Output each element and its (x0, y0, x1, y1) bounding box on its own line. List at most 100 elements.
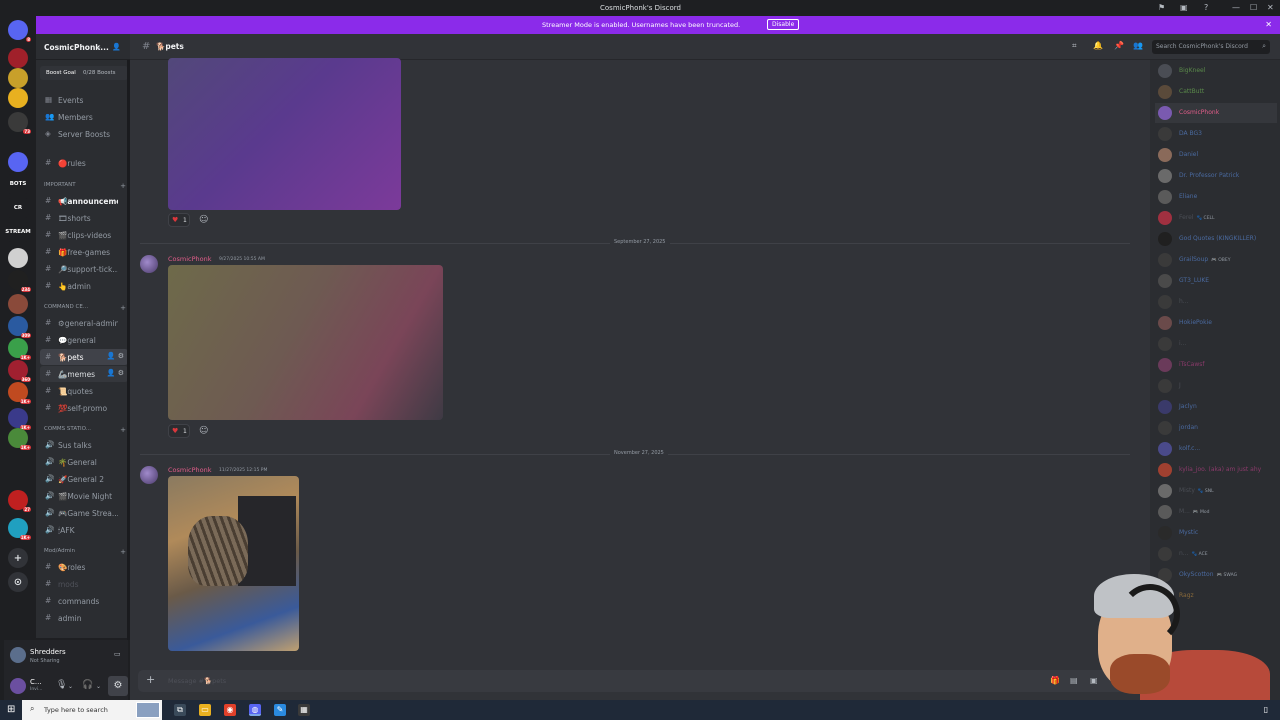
channel-item[interactable]: # mods (40, 576, 128, 592)
voice-channel-item[interactable]: 🔊 🕯AFK (40, 522, 128, 538)
member-item[interactable]: J (1155, 376, 1277, 396)
server-icon[interactable]: 360 (8, 360, 31, 382)
channel-settings-icon[interactable]: 👤 ⚙ (107, 352, 124, 360)
member-item[interactable]: M... 🎮 Mod (1155, 502, 1277, 522)
server-icon[interactable]: 234 (8, 270, 31, 292)
member-item[interactable]: Jaclyn (1155, 397, 1277, 417)
add-reaction-icon[interactable]: ☺ (199, 426, 208, 436)
member-item[interactable]: h... (1155, 292, 1277, 312)
file-explorer-icon[interactable]: ▭ (199, 704, 211, 716)
avatar[interactable] (140, 255, 158, 273)
invite-icon[interactable]: 👤 (112, 43, 121, 51)
server-icon[interactable]: CR (7, 198, 29, 218)
avatar[interactable] (140, 466, 158, 484)
member-item[interactable]: Daniel (1155, 145, 1277, 165)
server-nav-events[interactable]: ▦ Events (40, 92, 128, 108)
message-author[interactable]: CosmicPhonk (168, 255, 212, 263)
server-icon[interactable] (8, 48, 28, 68)
channel-item[interactable]: # ⚙general-admin (40, 315, 128, 331)
app-icon[interactable]: ▦ (298, 704, 310, 716)
channel-item[interactable]: # 🔎support-tick... (40, 261, 128, 277)
chevron-down-icon[interactable]: ⌄ (96, 683, 101, 690)
microphone-icon[interactable]: 🎙 (56, 680, 67, 690)
headphones-icon[interactable]: 🎧 (82, 680, 93, 690)
voice-channel-item[interactable]: 🔊 🌴General (40, 454, 128, 470)
discord-icon[interactable]: ◍ (249, 704, 261, 716)
member-item[interactable]: CosmicPhonk (1155, 103, 1277, 123)
member-item[interactable]: jordan (1155, 418, 1277, 438)
member-item[interactable]: Ferel 🐾 CELL (1155, 208, 1277, 228)
help-icon[interactable]: ? (1204, 3, 1208, 12)
notification-icon[interactable]: ▯ (1260, 704, 1272, 716)
server-nav-members[interactable]: 👥 Members (40, 109, 128, 125)
disable-streamer-mode-button[interactable]: Disable (767, 19, 800, 30)
boost-goal[interactable]: Boost Goal 0/28 Boosts (40, 66, 128, 80)
member-item[interactable]: i... (1155, 334, 1277, 354)
windows-start-icon[interactable]: ⊞ (7, 704, 15, 715)
server-icon[interactable]: 27 (8, 490, 31, 512)
voice-channel-item[interactable]: 🔊 Sus talks (40, 437, 128, 453)
channel-item[interactable]: # 🎨roles (40, 559, 128, 575)
member-item[interactable]: n... 🐾 ACE (1155, 544, 1277, 564)
add-channel-icon[interactable]: + (120, 182, 126, 190)
channel-item[interactable]: # 💯self-promo (40, 400, 128, 416)
server-header[interactable]: CosmicPhonk... ⌄ 👤 (36, 34, 130, 60)
edge-icon[interactable]: ✎ (274, 704, 286, 716)
gif-icon[interactable]: ▤ (1070, 676, 1078, 685)
server-icon[interactable]: STREAM (5, 222, 31, 242)
gift-icon[interactable]: 🎁 (1050, 676, 1060, 685)
channel-item[interactable]: # 🦾memes 👤 ⚙ (40, 366, 128, 382)
member-list-icon[interactable]: 👥 (1133, 41, 1143, 50)
inbox-icon[interactable]: ⚑ (1158, 3, 1165, 12)
message-image[interactable] (168, 58, 401, 210)
server-icon[interactable]: 1K+ (8, 338, 31, 360)
taskbar-search[interactable]: ⌕ Type here to search (22, 700, 162, 720)
channel-item[interactable]: # 📜quotes (40, 383, 128, 399)
server-icon[interactable] (8, 248, 28, 268)
add-reaction-icon[interactable]: ☺ (199, 215, 208, 225)
channel-item[interactable]: # 👆admin (40, 278, 128, 294)
server-icon[interactable]: 1K+ (8, 428, 31, 450)
discover-icon[interactable]: ⊙ (8, 572, 28, 592)
add-server-icon[interactable]: + (8, 548, 28, 568)
member-item[interactable]: CattButt (1155, 82, 1277, 102)
server-icon[interactable] (8, 88, 28, 108)
bell-icon[interactable]: 🔔 (1093, 41, 1103, 50)
server-icon[interactable]: 309 (8, 316, 31, 338)
reaction-heart[interactable]: ♥ 1 (168, 213, 190, 227)
channel-item[interactable]: # commands (40, 593, 128, 609)
reaction-heart[interactable]: ♥ 1 (168, 424, 190, 438)
add-channel-icon[interactable]: + (120, 426, 126, 434)
server-icon[interactable]: 1K+ (8, 408, 31, 430)
member-item[interactable]: GrailSoup 🎮 OBEY (1155, 250, 1277, 270)
member-item[interactable]: BigKneel (1155, 61, 1277, 81)
voice-channel-item[interactable]: 🔊 🎮Game Strea... (40, 505, 128, 521)
gear-icon[interactable]: ⚙ (108, 676, 128, 696)
member-item[interactable]: kylia_joo. (aka) am just ahy (1155, 460, 1277, 480)
close-icon[interactable]: ✕ (1265, 20, 1272, 29)
voice-channel-item[interactable]: 🔊 🎬Movie Night (40, 488, 128, 504)
member-item[interactable]: kolf.c... (1155, 439, 1277, 459)
threads-icon[interactable]: ⌗ (1072, 41, 1077, 51)
member-item[interactable]: God Quotes (KINGKILLER) (1155, 229, 1277, 249)
channel-settings-icon[interactable]: 👤 ⚙ (107, 369, 124, 377)
channel-item[interactable]: # admin (40, 610, 128, 626)
member-item[interactable]: iTsCawsf (1155, 355, 1277, 375)
maximize-button[interactable]: ☐ (1250, 3, 1257, 12)
message-image[interactable] (168, 265, 443, 420)
channel-item[interactable]: # 🔴rules (40, 155, 128, 171)
close-window-button[interactable]: ✕ (1267, 3, 1274, 12)
add-channel-icon[interactable]: + (120, 304, 126, 312)
add-channel-icon[interactable]: + (120, 548, 126, 556)
channel-item[interactable]: # 🎬clips-videos (40, 227, 128, 243)
channel-item[interactable]: # 💬general (40, 332, 128, 348)
member-item[interactable]: Dr. Professor Patrick (1155, 166, 1277, 186)
member-item[interactable]: Eliane (1155, 187, 1277, 207)
server-icon[interactable] (8, 68, 28, 88)
chevron-down-icon[interactable]: ⌄ (68, 683, 73, 690)
server-icon[interactable]: BOTS (7, 174, 29, 194)
screen-icon[interactable]: ▣ (1180, 3, 1188, 12)
voice-channel-item[interactable]: 🔊 🚀General 2 (40, 471, 128, 487)
message-author[interactable]: CosmicPhonk (168, 466, 212, 474)
server-icon[interactable]: 8 (8, 20, 31, 42)
